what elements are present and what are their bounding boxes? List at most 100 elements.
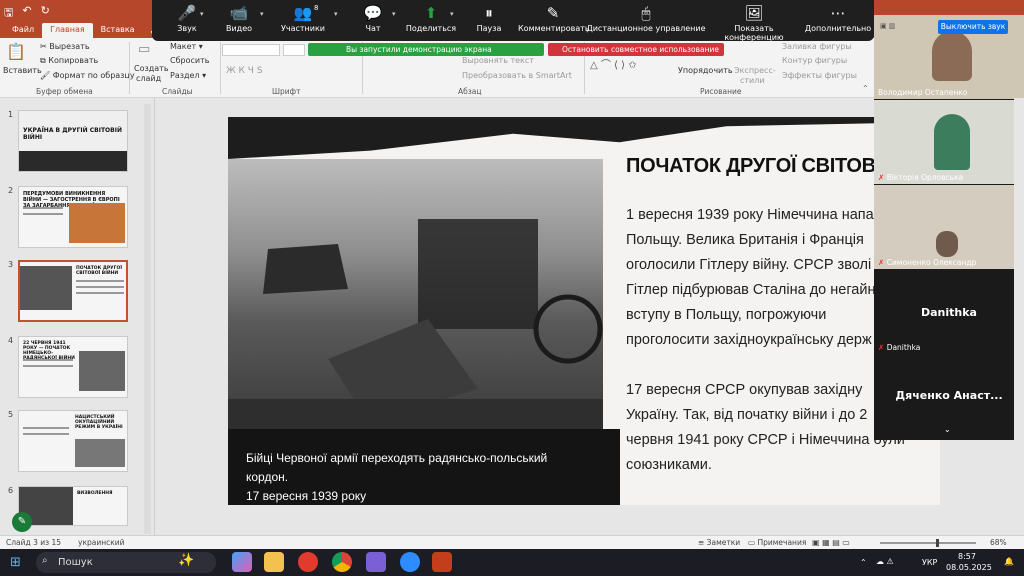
smartart-button[interactable]: Преобразовать в SmartArt: [462, 71, 572, 80]
tray-chevron-icon[interactable]: ⌃: [860, 558, 867, 567]
chrome-icon[interactable]: [332, 552, 352, 572]
thumbnail-slide-5[interactable]: НАЦИСТСЬКИЙ ОКУПАЦІЙНИЙ РЕЖИМ В УКРАЇНІ: [18, 410, 128, 472]
avatar: [934, 114, 970, 170]
layout-button[interactable]: Макет ▾: [170, 42, 203, 51]
thumbnail-number: 4: [8, 336, 14, 345]
align-text-button[interactable]: Выровнять текст: [462, 56, 534, 65]
undo-icon[interactable]: ↶: [22, 4, 31, 23]
tray-icons[interactable]: ☁ ⚠: [876, 557, 894, 566]
format-painter-button[interactable]: 🖌 Формат по образцу: [40, 71, 135, 80]
zoom-participants-panel: Володимир Остапенко ✗ Вікторія Орловська…: [874, 15, 1024, 440]
chevron-down-icon[interactable]: ▾: [334, 10, 338, 18]
photo-ground-shape: [228, 399, 603, 429]
powerpoint-icon[interactable]: [432, 552, 452, 572]
caption-line-2: 17 вересня 1939 року: [246, 489, 367, 503]
opera-icon[interactable]: [298, 552, 318, 572]
tab-file[interactable]: Файл: [4, 23, 42, 38]
thumbnails-scrollbar[interactable]: [144, 104, 151, 534]
tab-insert[interactable]: Вставка: [93, 23, 143, 38]
video-button[interactable]: 📹 Видео: [204, 0, 274, 41]
annotate-button[interactable]: ✎ Комментировать: [518, 0, 590, 41]
thumbnail-number: 3: [8, 260, 14, 269]
collapse-ribbon-icon[interactable]: ⌃: [862, 84, 869, 93]
shape-effects-button[interactable]: Эффекты фигуры: [782, 71, 857, 80]
thumbnail-slide-1[interactable]: УКРАЇНА В ДРУГІЙ СВІТОВІЙ ВІЙНІ: [18, 110, 128, 172]
chevron-down-icon[interactable]: ▾: [200, 10, 204, 18]
sparkle-icon[interactable]: ✨: [178, 553, 194, 568]
chevron-down-icon[interactable]: ▾: [450, 10, 454, 18]
mic-muted-icon: ✗: [878, 258, 885, 267]
view-buttons[interactable]: ▣ ▦ ▤ ▭: [812, 538, 850, 547]
pause-button[interactable]: ⏸ Пауза: [454, 0, 524, 41]
unmute-button[interactable]: Выключить звук: [938, 20, 1008, 34]
arrange-button[interactable]: Упорядочить: [678, 66, 733, 75]
font-format-buttons[interactable]: Ж К Ч S: [226, 66, 263, 76]
thumbnail-text: [76, 286, 124, 288]
redo-icon[interactable]: ↻: [41, 4, 50, 23]
thumbnail-slide-4[interactable]: 22 ЧЕРВНЯ 1941 РОКУ — ПОЧАТОК НІМЕЦЬКО-Р…: [18, 336, 128, 398]
paste-icon[interactable]: 📋: [6, 42, 26, 61]
photo-wheel-shape: [533, 294, 603, 364]
video-tile-5[interactable]: Дяченко Анаст... ⌄: [874, 355, 1024, 440]
copilot-icon[interactable]: [232, 552, 252, 572]
quick-styles-button-line2[interactable]: стили: [740, 76, 765, 85]
video-tile-3[interactable]: ✗ Симоненко Олександр: [874, 185, 1024, 269]
viber-icon[interactable]: [366, 552, 386, 572]
clock-date[interactable]: 08.05.2025: [946, 563, 992, 572]
cut-button[interactable]: ✂ Вырезать: [40, 42, 90, 51]
shapes-gallery[interactable]: △ ⌒ ⟨ ⟩ ✩: [590, 56, 637, 71]
participants-button[interactable]: 👥 Участники: [268, 0, 338, 41]
chevron-down-icon[interactable]: ▾: [392, 10, 396, 18]
thumbnail-text: [23, 359, 73, 361]
thumbnail-number: 2: [8, 186, 14, 195]
zoom-level[interactable]: 68%: [990, 538, 1007, 547]
new-slide-button-line2[interactable]: слайд: [136, 74, 161, 83]
remote-control-button[interactable]: 🖱 Дистанционное управление: [586, 0, 706, 41]
font-size-select[interactable]: [283, 44, 305, 56]
windows-start-icon[interactable]: ⊞: [10, 555, 21, 570]
reset-button[interactable]: Сбросить: [170, 56, 209, 65]
current-slide[interactable]: Бійці Червоної армії переходять радянськ…: [228, 117, 940, 505]
copy-button[interactable]: ⧉ Копировать: [40, 56, 98, 66]
folder-icon[interactable]: [264, 552, 284, 572]
thumbnail-slide-3[interactable]: ПОЧАТОК ДРУГОЇ СВІТОВОЇ ВІЙНИ: [18, 260, 128, 322]
notes-button[interactable]: ≡ Заметки: [698, 538, 740, 547]
show-meeting-button[interactable]: 🖼 Показать конференцию: [704, 0, 804, 42]
slide-historical-photo[interactable]: [228, 159, 603, 429]
font-name-select[interactable]: [222, 44, 280, 56]
video-tile-2[interactable]: ✗ Вікторія Орловська: [874, 100, 1024, 184]
more-button[interactable]: ⋯ Дополнительно: [802, 0, 874, 41]
keyboard-language[interactable]: УКР: [922, 558, 937, 567]
stop-share-button[interactable]: Остановить совместное использование: [548, 43, 724, 56]
thumbnail-slide-6[interactable]: ВИЗВОЛЕННЯ: [18, 486, 128, 526]
notifications-icon[interactable]: 🔔: [1004, 557, 1014, 566]
annotate-pen-icon[interactable]: ✎: [12, 512, 32, 532]
zoom-app-icon[interactable]: [400, 552, 420, 572]
shape-outline-button[interactable]: Контур фигуры: [782, 56, 847, 65]
chevron-down-icon[interactable]: ⌄: [944, 425, 951, 434]
brush-icon: 🖌: [40, 71, 53, 80]
new-slide-button[interactable]: Создать: [134, 64, 169, 73]
clock-time[interactable]: 8:57: [958, 552, 976, 561]
zoom-slider[interactable]: [880, 542, 976, 544]
clipboard-group-label: Буфер обмена: [36, 87, 93, 96]
shape-fill-button[interactable]: Заливка фигуры: [782, 42, 852, 51]
video-tile-4[interactable]: Danithka ✗ Danithka: [874, 270, 1024, 354]
tab-home[interactable]: Главная: [42, 23, 93, 38]
caption-line-1: Бійці Червоної армії переходять радянськ…: [246, 451, 548, 484]
participant-name: ✗ Симоненко Олександр: [878, 258, 977, 267]
chevron-down-icon[interactable]: ▾: [260, 10, 264, 18]
section-button[interactable]: Раздел ▾: [170, 71, 206, 80]
save-icon[interactable]: 🖫: [4, 4, 13, 23]
editor-right-scroll: [1014, 98, 1024, 535]
sharing-banner: Вы запустили демонстрацию экрана: [308, 43, 544, 56]
language-indicator[interactable]: украинский: [78, 538, 125, 547]
status-bar: Слайд 3 из 15 украинский ≡ Заметки ▭ При…: [0, 535, 1024, 549]
thumbnail-slide-2[interactable]: ПЕРЕДУМОВИ ВИНИКНЕННЯ ВІЙНИ — ЗАГОСТРЕНН…: [18, 186, 128, 248]
comments-button[interactable]: ▭ Примечания: [748, 538, 806, 547]
panel-layout-icons[interactable]: ▣ ▥: [880, 22, 895, 30]
quick-styles-button[interactable]: Экспресс-: [734, 66, 776, 75]
zoom-slider-thumb[interactable]: [936, 539, 939, 547]
paste-button[interactable]: Вставить: [3, 66, 42, 75]
thumbnail-image: [69, 203, 125, 243]
